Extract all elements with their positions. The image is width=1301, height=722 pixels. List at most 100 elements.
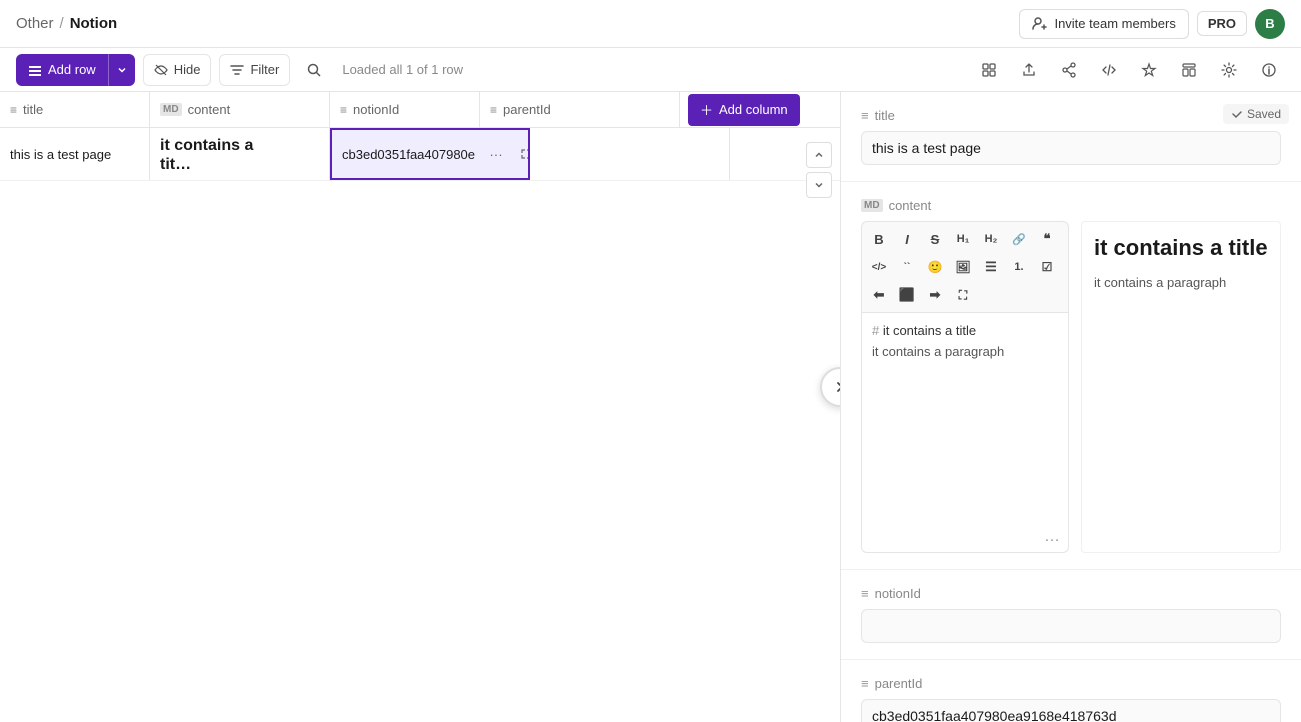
editor-content-area[interactable]: # it contains a title it contains a para… [861, 313, 1069, 553]
export-button[interactable] [1013, 54, 1045, 86]
column-title-label: title [23, 102, 43, 117]
filter-button[interactable]: Filter [219, 54, 290, 86]
grid-view-button[interactable] [973, 54, 1005, 86]
breadcrumb-separator: / [60, 15, 64, 32]
info-button[interactable] [1253, 54, 1285, 86]
table-area: ≡ title ··· MD content ··· ≡ notionId ··… [0, 92, 841, 722]
cell-notionid[interactable]: cb3ed0351faa407980e ··· [330, 128, 530, 180]
preview-title: it contains a title [1094, 234, 1268, 263]
image-button[interactable]: 🖼 [950, 254, 976, 280]
hide-icon [154, 63, 168, 77]
main-layout: ≡ title ··· MD content ··· ≡ notionId ··… [0, 92, 1301, 722]
align-center-button[interactable]: ⬛ [894, 282, 920, 308]
editor-toolbar: B I S H₁ H₂ 🔗 ❝ </> `` 🙂 🖼 ☰ 1. ☑ [861, 221, 1069, 313]
parentid-col-icon: ≡ [490, 103, 497, 117]
inline-code-button[interactable]: `` [894, 254, 920, 280]
toolbar: Add row Hide Filter Loaded all 1 of 1 ro… [0, 48, 1301, 92]
expand-icon [520, 148, 530, 160]
heading2-button[interactable]: H₂ [978, 226, 1004, 252]
title-field-input[interactable] [861, 131, 1281, 165]
add-row-button[interactable]: Add row [16, 54, 135, 86]
settings-button[interactable] [1213, 54, 1245, 86]
column-parentid-label: parentId [503, 102, 551, 117]
add-column-button[interactable]: ＋ Add column [688, 94, 800, 126]
filter-icon [230, 63, 244, 77]
strikethrough-button[interactable]: S [922, 226, 948, 252]
api-button[interactable] [1093, 54, 1125, 86]
layout-button[interactable] [1173, 54, 1205, 86]
invite-icon [1032, 16, 1048, 32]
table-header: ≡ title ··· MD content ··· ≡ notionId ··… [0, 92, 840, 128]
pro-badge-button[interactable]: PRO [1197, 11, 1247, 36]
saved-badge: Saved [1223, 104, 1289, 124]
scroll-up-button[interactable] [806, 142, 832, 168]
content-col-icon: MD [160, 103, 182, 116]
align-left-button[interactable]: ⬅ [866, 282, 892, 308]
notionid-field-label: ≡ notionId [861, 586, 1281, 601]
avatar[interactable]: B [1255, 9, 1285, 39]
chevron-down-icon [814, 180, 824, 190]
table-row[interactable]: this is a test page it contains atit… cb… [0, 128, 840, 181]
hide-button[interactable]: Hide [143, 54, 212, 86]
ul-button[interactable]: ☰ [978, 254, 1004, 280]
export-icon [1021, 62, 1037, 78]
scroll-down-button[interactable] [806, 172, 832, 198]
check-icon [1231, 108, 1243, 120]
column-header-parentid[interactable]: ≡ parentId ··· [480, 92, 680, 127]
api-icon [1101, 62, 1117, 78]
link-button[interactable]: 🔗 [1006, 226, 1032, 252]
row-more-button[interactable]: ··· [483, 141, 509, 167]
search-button[interactable] [298, 54, 330, 86]
scroll-controls [806, 142, 832, 198]
notionid-field-section: ≡ notionId [841, 570, 1301, 660]
column-header-content[interactable]: MD content ··· [150, 92, 330, 127]
topbar-right: Invite team members PRO B [1019, 9, 1285, 39]
content-field-section: MD content B I S H₁ H₂ 🔗 ❝ </> `` [841, 182, 1301, 570]
cell-content[interactable]: it contains atit… [150, 128, 330, 180]
search-icon [306, 62, 322, 78]
row-actions: ··· [479, 141, 530, 167]
notionid-field-input[interactable] [861, 609, 1281, 643]
code-button[interactable]: </> [866, 254, 892, 280]
bold-button[interactable]: B [866, 226, 892, 252]
ol-button[interactable]: 1. [1006, 254, 1032, 280]
add-row-icon [28, 63, 42, 77]
parentid-field-input[interactable] [861, 699, 1281, 722]
breadcrumb: Other / Notion [16, 15, 117, 32]
chevron-right-icon [833, 380, 841, 394]
column-notionid-label: notionId [353, 102, 399, 117]
content-preview: it contains a title it contains a paragr… [1081, 221, 1281, 553]
share-button[interactable] [1053, 54, 1085, 86]
title-field-label: ≡ title [861, 108, 1281, 123]
cell-parentid[interactable] [530, 128, 730, 180]
cell-title[interactable]: this is a test page [0, 128, 150, 180]
editor-left: B I S H₁ H₂ 🔗 ❝ </> `` 🙂 🖼 ☰ 1. ☑ [861, 221, 1069, 553]
row-expand-button[interactable] [513, 141, 530, 167]
parentid-field-label: ≡ parentId [861, 676, 1281, 691]
fullscreen-button[interactable]: ⛶ [950, 282, 976, 308]
star-button[interactable] [1133, 54, 1165, 86]
quote-button[interactable]: ❝ [1034, 226, 1060, 252]
editor-container: B I S H₁ H₂ 🔗 ❝ </> `` 🙂 🖼 ☰ 1. ☑ [861, 221, 1281, 553]
breadcrumb-notion[interactable]: Notion [70, 15, 117, 32]
column-header-title[interactable]: ≡ title ··· [0, 92, 150, 127]
right-panel: Saved ≡ title MD content B I [841, 92, 1301, 722]
invite-team-members-button[interactable]: Invite team members [1019, 9, 1188, 39]
loaded-status: Loaded all 1 of 1 row [342, 62, 463, 77]
gear-icon [1221, 62, 1237, 78]
breadcrumb-other[interactable]: Other [16, 15, 54, 32]
align-right-button[interactable]: ➡ [922, 282, 948, 308]
expand-panel-button[interactable] [820, 367, 841, 407]
grid-icon [981, 62, 997, 78]
heading1-button[interactable]: H₁ [950, 226, 976, 252]
emoji-button[interactable]: 🙂 [922, 254, 948, 280]
star-icon [1141, 62, 1157, 78]
column-header-notionid[interactable]: ≡ notionId ··· [330, 92, 480, 127]
chevron-down-icon [117, 65, 127, 75]
chevron-up-icon [814, 150, 824, 160]
editor-para-line: it contains a paragraph [872, 344, 1058, 359]
notionid-col-icon: ≡ [340, 103, 347, 117]
check-button[interactable]: ☑ [1034, 254, 1060, 280]
italic-button[interactable]: I [894, 226, 920, 252]
preview-paragraph: it contains a paragraph [1094, 275, 1268, 290]
